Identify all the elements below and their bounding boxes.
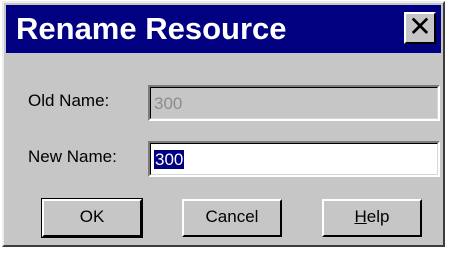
new-name-input[interactable]: 300 [150,143,438,175]
help-button[interactable]: Help [322,199,422,237]
new-name-label: New Name: [28,147,117,166]
new-name-field[interactable]: 300 [148,141,440,177]
old-name-field: 300 [148,85,440,121]
help-mnemonic: H [354,207,367,226]
cancel-button[interactable]: Cancel [182,199,282,237]
new-name-selected-text: 300 [152,149,186,170]
help-label: elp [366,207,390,226]
old-name-label: Old Name: [28,91,110,110]
close-icon: ✕ [408,11,432,42]
old-name-value: 300 [150,87,438,119]
rename-resource-dialog: Rename Resource ✕ Old Name: 300 New Name… [2,1,445,247]
ok-button[interactable]: OK [41,198,143,238]
title-bar: Rename Resource ✕ [6,5,441,53]
close-button[interactable]: ✕ [404,12,436,44]
dialog-title: Rename Resource [16,11,287,46]
